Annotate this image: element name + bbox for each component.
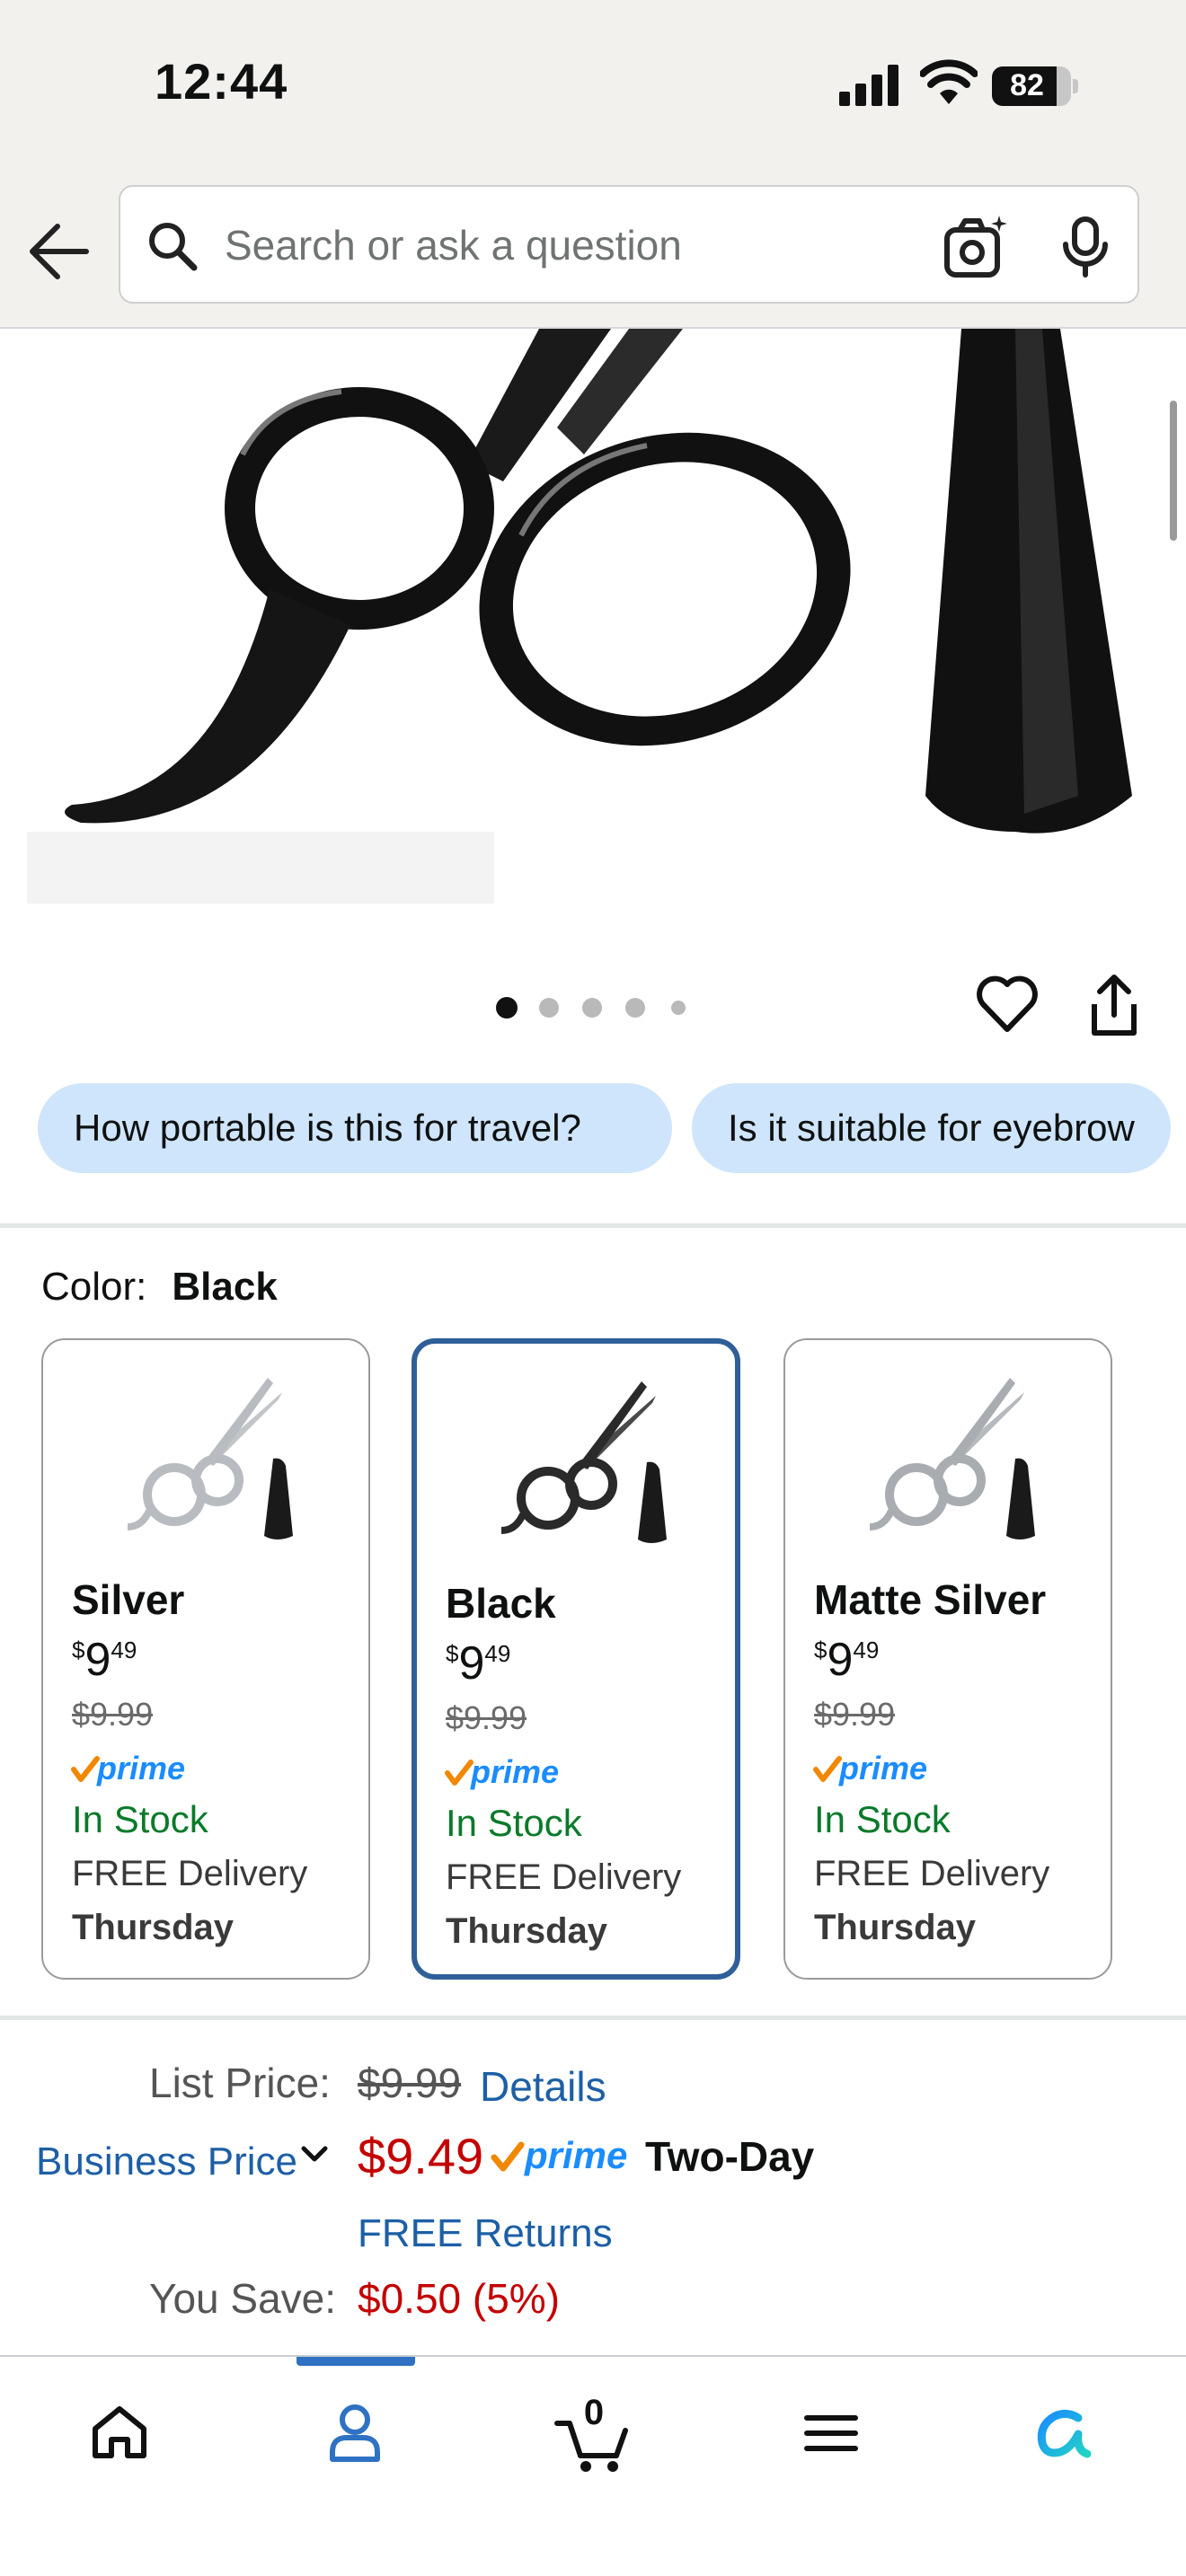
prime-badge-icon: prime [491,2134,627,2176]
suggested-questions: How portable is this for travel? Is it s… [0,1074,1186,1182]
question-chip[interactable]: How portable is this for travel? [38,1083,672,1173]
variant-delivery: FREE Delivery [446,1857,682,1897]
variant-name: Matte Silver [814,1576,1047,1623]
share-icon[interactable] [1087,974,1141,1038]
gallery-dot[interactable] [582,998,602,1018]
variant-thumbnail [127,1378,293,1539]
variant-name: Silver [72,1576,185,1623]
sale-price: $9.49 [358,2128,484,2184]
variant-price-whole: 9 [458,1637,485,1689]
nav-cart[interactable]: 0 [544,2384,643,2483]
variant-price: $949 [814,1633,879,1687]
variant-price-whole: 9 [827,1634,854,1686]
prime-badge-text: prime [838,1750,927,1786]
bottom-nav: 0 [0,2355,1186,2576]
list-price-value: $9.99 [358,2060,462,2106]
you-save-label: You Save: [149,2275,337,2322]
status-time: 12:44 [155,53,288,110]
variant-card-silver[interactable]: Silver $949 $9.99 prime In Stock FREE Deliver… [41,1338,370,1980]
variant-currency: $ [446,1640,459,1667]
variant-price-fraction: 49 [853,1636,880,1663]
nav-account[interactable] [305,2384,404,2483]
list-price-label: List Price: [149,2060,331,2106]
variant-price-whole: 9 [84,1634,111,1686]
nav-rufus[interactable] [1015,2384,1114,2483]
variant-stock: In Stock [446,1802,582,1844]
variant-price-fraction: 49 [484,1640,511,1667]
variant-delivery: FREE Delivery [814,1854,1050,1893]
variant-name: Black [446,1580,556,1627]
prime-badge-icon: prime [813,1750,927,1786]
nav-home[interactable] [70,2384,169,2483]
variant-list-price: $9.99 [72,1696,154,1733]
status-bar: 12:44 82 [0,0,1186,185]
variant-price: $949 [72,1633,137,1687]
variant-card-matte-silver[interactable]: Matte Silver $949 $9.99 prime In Stock FREE D… [783,1338,1112,1980]
prime-badge-text: prime [524,2134,627,2176]
product-image[interactable] [0,329,1186,913]
battery-icon: 82 [992,66,1078,106]
shipping-speed: Two-Day [645,2133,815,2180]
prime-badge-icon: prime [445,1753,559,1790]
variant-card-black[interactable]: Black $949 $9.99 prime In Stock FREE Delivery… [412,1338,740,1980]
active-tab-indicator [296,2357,415,2366]
section-divider [0,2016,1186,2020]
gallery-dot[interactable] [625,998,645,1018]
nav-menu[interactable] [782,2384,881,2483]
variant-delivery: FREE Delivery [72,1854,308,1893]
chevron-down-icon[interactable] [296,2136,332,2172]
heart-icon[interactable] [976,975,1039,1033]
prime-badge-text: prime [470,1753,559,1790]
search-input[interactable]: Search or ask a question [119,185,1139,304]
cart-count: 0 [583,2393,605,2432]
business-price-toggle[interactable]: Business Price [36,2139,297,2184]
variant-stock: In Stock [814,1798,951,1840]
variant-currency: $ [72,1636,85,1663]
menu-icon [804,2415,858,2451]
variant-list-price: $9.99 [446,1699,527,1736]
selected-color: Black [172,1265,278,1309]
gallery-dot[interactable] [496,997,518,1019]
prime-badge-text: prime [96,1750,185,1786]
camera-search-icon[interactable] [943,214,1010,280]
variant-price: $949 [446,1636,510,1690]
free-returns-link[interactable]: FREE Returns [358,2211,613,2256]
variant-currency: $ [814,1636,828,1663]
person-icon [330,2404,380,2462]
variant-stock: In Stock [72,1798,208,1840]
prime-badge-icon: prime [71,1750,185,1786]
you-save-value: $0.50 (5%) [358,2275,561,2322]
search-placeholder: Search or ask a question [225,222,682,269]
section-divider [0,1223,1186,1228]
variant-delivery-day: Thursday [446,1911,608,1951]
cellular-signal-icon [839,65,898,106]
color-label: Color: Black [41,1265,278,1310]
variant-list-price: $9.99 [814,1696,896,1733]
back-arrow-icon[interactable] [23,216,95,287]
microphone-icon[interactable] [1058,216,1112,278]
home-icon [93,2406,146,2458]
rufus-assistant-icon [1037,2409,1092,2458]
scissors-image [27,329,1186,904]
details-link[interactable]: Details [480,2062,606,2111]
battery-percent: 82 [1010,68,1044,102]
search-icon [149,223,198,271]
search-header: Search or ask a question [0,185,1186,329]
question-chip[interactable]: Is it suitable for eyebrow [692,1083,1171,1173]
variant-thumbnail [500,1381,667,1543]
gallery-dot[interactable] [539,998,559,1018]
scroll-indicator[interactable] [1170,401,1177,541]
variant-price-fraction: 49 [111,1636,137,1663]
color-label-text: Color: [41,1265,147,1309]
variant-thumbnail [869,1378,1035,1539]
variant-delivery-day: Thursday [814,1908,977,1947]
gallery-dot[interactable] [671,1001,686,1015]
variant-delivery-day: Thursday [72,1908,235,1947]
wifi-icon [920,59,978,104]
